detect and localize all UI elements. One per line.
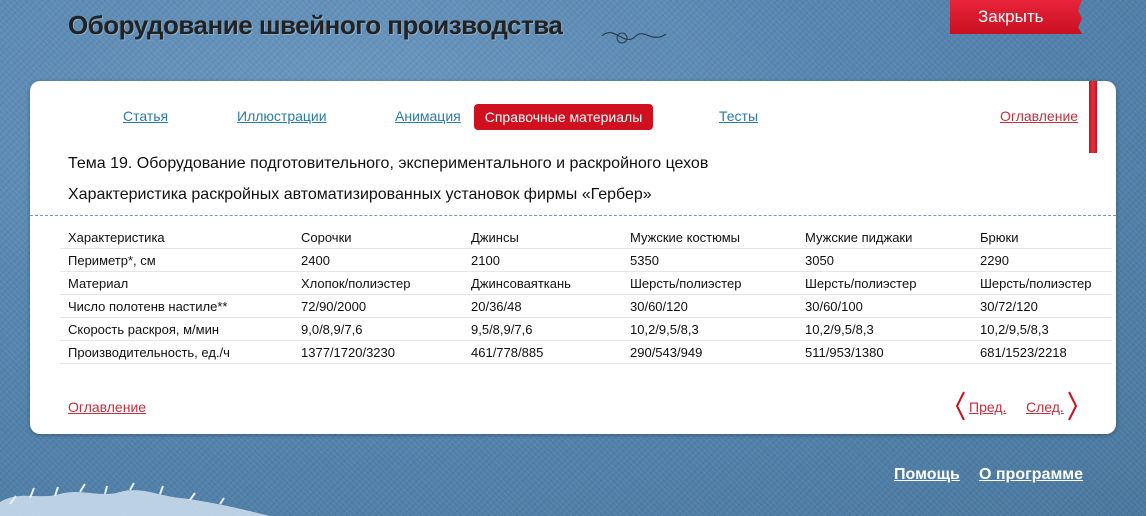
help-link[interactable]: Помощь: [894, 466, 960, 484]
tab-illustrations[interactable]: Иллюстрации: [237, 108, 327, 124]
table-header-row: Характеристика Сорочки Джинсы Мужские ко…: [60, 226, 1112, 249]
table-cell: 9,0/8,9/7,6: [293, 317, 463, 341]
column-header: Джинсы: [463, 226, 622, 249]
column-header: Характеристика: [60, 226, 293, 249]
prev-link[interactable]: Пред.: [969, 399, 1006, 415]
table-cell: Число полотенв настиле**: [60, 294, 293, 318]
table-cell: Скорость раскроя, м/мин: [60, 317, 293, 341]
table-cell: 30/60/100: [797, 294, 972, 318]
table-row: Производительность, ед./ч 1377/1720/3230…: [60, 340, 1112, 364]
table-cell: 290/543/949: [622, 340, 797, 364]
tab-reference-materials[interactable]: Справочные материалы: [474, 104, 653, 130]
close-button[interactable]: Закрыть: [950, 0, 1082, 34]
characteristics-table: Характеристика Сорочки Джинсы Мужские ко…: [60, 226, 1112, 364]
next-link[interactable]: След.: [1026, 399, 1064, 415]
table-cell: 2400: [293, 248, 463, 272]
table-cell: Джинсоваяткань: [463, 271, 622, 295]
table-cell: Материал: [60, 271, 293, 295]
table-cell: 5350: [622, 248, 797, 272]
table-cell: 1377/1720/3230: [293, 340, 463, 364]
stitch-decoration-icon: [601, 32, 667, 44]
table-cell: 30/72/120: [972, 294, 1112, 318]
table-cell: Периметр*, см: [60, 248, 293, 272]
table-cell: 461/778/885: [463, 340, 622, 364]
table-cell: 10,2/9,5/8,3: [972, 317, 1112, 341]
table-cell: 30/60/120: [622, 294, 797, 318]
tab-tests[interactable]: Тесты: [719, 108, 758, 124]
bookmark-ribbon: [1089, 81, 1097, 153]
chevron-right-icon[interactable]: [1067, 390, 1079, 422]
table-cell: Хлопок/полиэстер: [293, 271, 463, 295]
table-cell: 72/90/2000: [293, 294, 463, 318]
frayed-edge-decoration: [0, 482, 270, 516]
tab-article[interactable]: Статья: [123, 108, 168, 124]
table-cell: 9,5/8,9/7,6: [463, 317, 622, 341]
column-header: Сорочки: [293, 226, 463, 249]
tab-animation[interactable]: Анимация: [395, 108, 461, 124]
table-cell: 20/36/48: [463, 294, 622, 318]
table-cell: Шерсть/полиэстер: [972, 271, 1112, 295]
table-cell: 3050: [797, 248, 972, 272]
column-header: Брюки: [972, 226, 1112, 249]
table-cell: Шерсть/полиэстер: [797, 271, 972, 295]
table-cell: 2100: [463, 248, 622, 272]
table-row: Скорость раскроя, м/мин 9,0/8,9/7,6 9,5/…: [60, 317, 1112, 341]
table-row: Материал Хлопок/полиэстер Джинсоваяткань…: [60, 271, 1112, 295]
toc-link-bottom[interactable]: Оглавление: [68, 399, 146, 415]
topic-heading: Тема 19. Оборудование подготовительного,…: [68, 155, 709, 172]
table-cell: Шерсть/полиэстер: [622, 271, 797, 295]
table-cell: Производительность, ед./ч: [60, 340, 293, 364]
chevron-left-icon[interactable]: [954, 390, 966, 422]
column-header: Мужские пиджаки: [797, 226, 972, 249]
table-cell: 2290: [972, 248, 1112, 272]
app-title: Оборудование швейного производства: [68, 10, 563, 40]
table-cell: 10,2/9,5/8,3: [797, 317, 972, 341]
about-link[interactable]: О программе: [979, 466, 1083, 484]
table-cell: 681/1523/2218: [972, 340, 1112, 364]
table-cell: 511/953/1380: [797, 340, 972, 364]
table-cell: 10,2/9,5/8,3: [622, 317, 797, 341]
toc-link-top[interactable]: Оглавление: [1000, 108, 1078, 124]
table-row: Число полотенв настиле** 72/90/2000 20/3…: [60, 294, 1112, 318]
table-row: Периметр*, см 2400 2100 5350 3050 2290: [60, 248, 1112, 272]
column-header: Мужские костюмы: [622, 226, 797, 249]
section-subtitle: Характеристика раскройных автоматизирова…: [68, 186, 652, 203]
dashed-divider: [30, 215, 1116, 216]
